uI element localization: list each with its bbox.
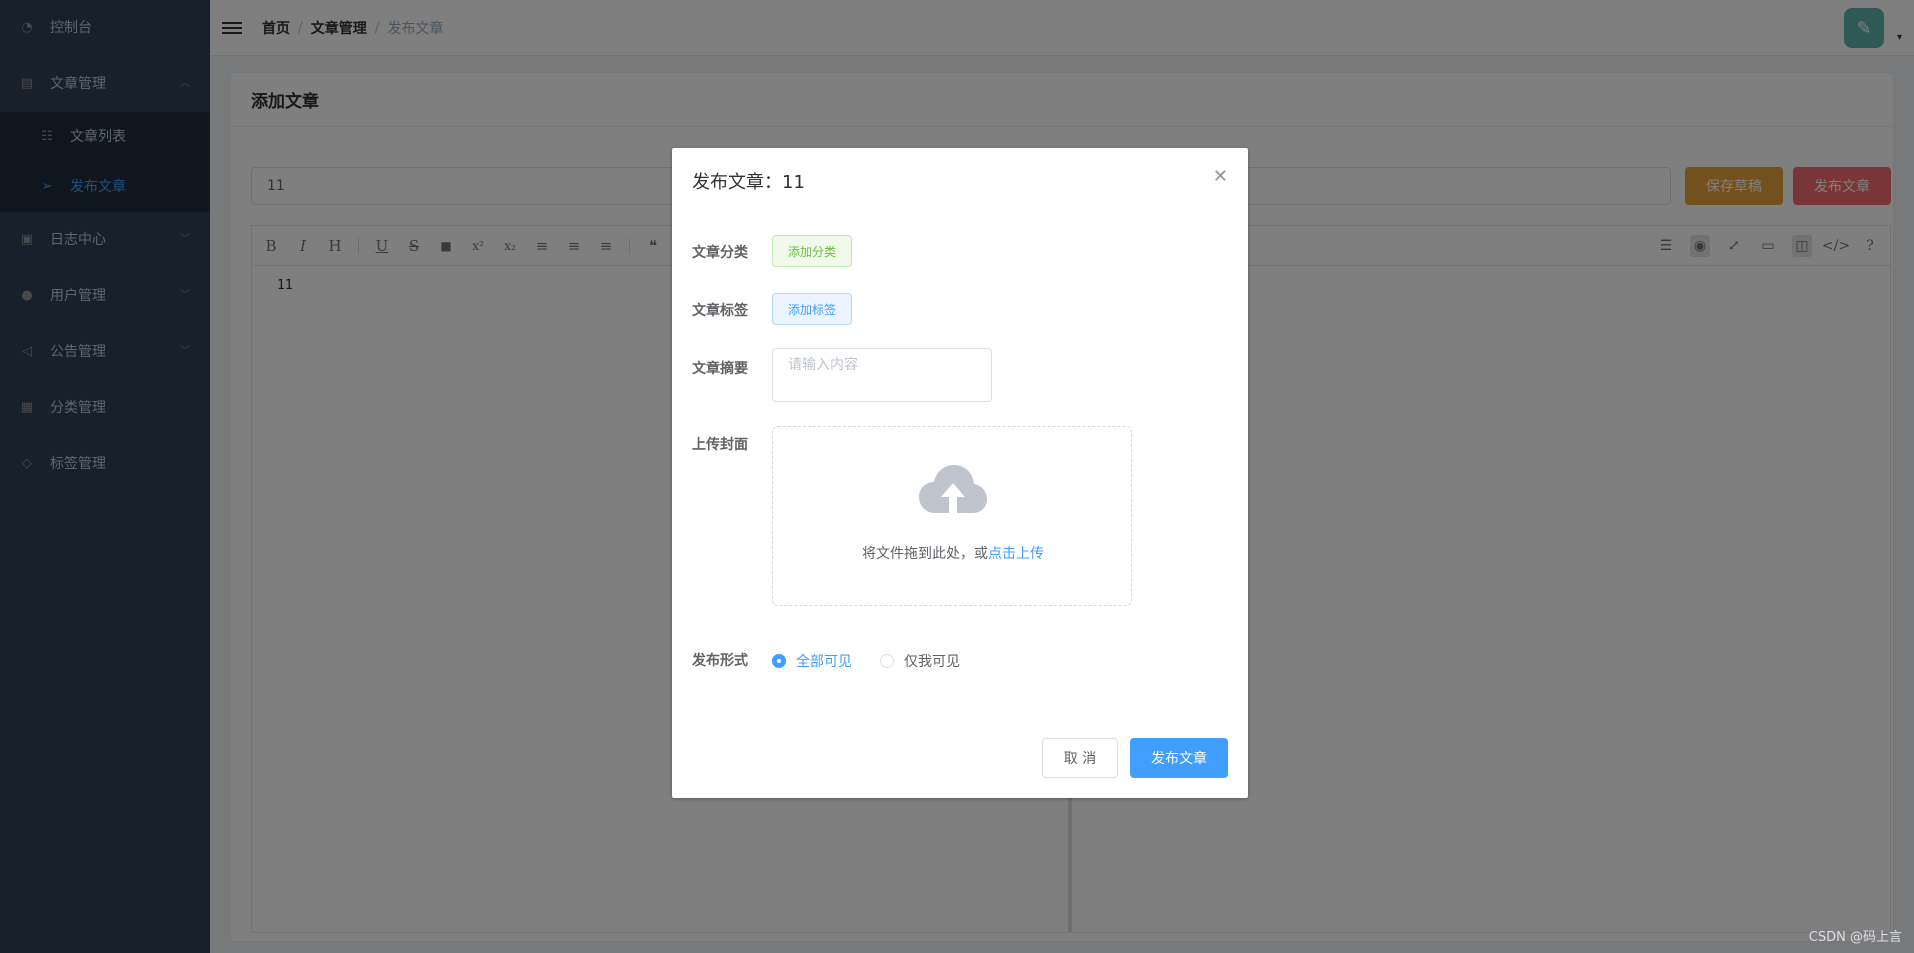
- close-icon[interactable]: ✕: [1213, 166, 1228, 187]
- category-label: 文章分类: [692, 245, 748, 261]
- add-category-button[interactable]: 添加分类: [772, 235, 852, 267]
- upload-link[interactable]: 点击上传: [988, 546, 1044, 562]
- cover-label: 上传封面: [692, 437, 748, 453]
- radio-dot: [772, 654, 786, 668]
- upload-cloud-icon: [919, 465, 987, 521]
- visibility-label: 发布形式: [692, 653, 748, 669]
- cover-upload-area[interactable]: 将文件拖到此处，或点击上传: [772, 426, 1132, 606]
- upload-hint: 将文件拖到此处，或点击上传: [773, 543, 1133, 563]
- cancel-button[interactable]: 取 消: [1042, 738, 1118, 778]
- tag-label: 文章标签: [692, 303, 748, 319]
- radio-label: 全部可见: [796, 654, 852, 670]
- summary-label: 文章摘要: [692, 361, 748, 377]
- radio-label: 仅我可见: [904, 654, 960, 670]
- summary-textarea[interactable]: 请输入内容: [772, 348, 992, 402]
- add-tag-button[interactable]: 添加标签: [772, 293, 852, 325]
- upload-hint-text: 将文件拖到此处，或: [862, 546, 988, 562]
- radio-private[interactable]: 仅我可见: [880, 651, 960, 671]
- watermark: CSDN @码上言: [1808, 930, 1902, 945]
- dialog-title: 发布文章：11: [692, 172, 805, 193]
- radio-dot: [880, 654, 894, 668]
- radio-public[interactable]: 全部可见: [772, 651, 852, 671]
- confirm-publish-button[interactable]: 发布文章: [1130, 738, 1228, 778]
- publish-dialog: 发布文章：11 ✕ 文章分类 添加分类 文章标签 添加标签 文章摘要 请输入内容…: [672, 148, 1248, 798]
